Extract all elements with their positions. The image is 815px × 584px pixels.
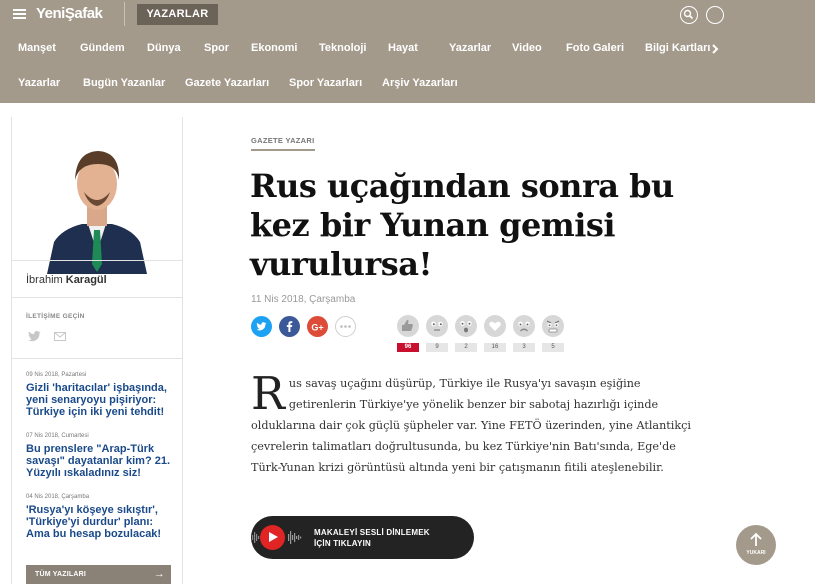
author-photo[interactable] — [42, 134, 152, 274]
article-date: 07 Nis 2018, Cumartesi — [26, 433, 89, 439]
all-articles-button[interactable]: TÜM YAZILARI → — [26, 565, 171, 584]
author-name[interactable]: İbrahim Karagül — [12, 260, 183, 298]
article-headline: Rus uçağından sonra bu kez bir Yunan gem… — [250, 167, 674, 283]
sub-nav: Yazarlar Bugün Yazanlar Gazete Yazarları… — [0, 77, 815, 97]
reaction-count: 96 — [397, 343, 419, 352]
nav-item-manset[interactable]: Manşet — [18, 42, 56, 54]
reaction-neutral[interactable]: 9 — [426, 315, 450, 352]
twitter-icon[interactable] — [28, 331, 41, 342]
subnav-item-yazarlar[interactable]: Yazarlar — [18, 77, 60, 89]
article-body: Rus savaş uçağını düşürüp, Türkiye ile R… — [251, 367, 691, 478]
menu-icon[interactable] — [13, 9, 26, 19]
surprised-face-icon — [455, 315, 477, 337]
scroll-to-top-label: YUKARI — [746, 550, 766, 556]
google-plus-share-icon[interactable]: G+ — [307, 316, 328, 337]
play-icon — [260, 525, 285, 550]
category-label[interactable]: GAZETE YAZARI — [251, 136, 315, 151]
reaction-like[interactable]: 96 — [397, 315, 421, 352]
article-date: 04 Nis 2018, Çarşamba — [26, 494, 90, 500]
author-article-list: 09 Nis 2018, Pazartesi Gizli 'haritacıla… — [26, 372, 176, 555]
section-badge[interactable]: YAZARLAR — [137, 4, 218, 25]
nav-item-video[interactable]: Video — [512, 42, 542, 54]
arrow-up-icon — [750, 533, 762, 546]
site-logo[interactable]: YeniŞafak — [36, 5, 103, 22]
top-row: YeniŞafak YAZARLAR — [0, 0, 815, 30]
subnav-item-gazete-yazarlari[interactable]: Gazete Yazarları — [185, 77, 269, 89]
heart-icon — [484, 315, 506, 337]
waveform-icon — [288, 531, 302, 544]
user-icon[interactable] — [706, 6, 724, 24]
nav-item-foto-galeri[interactable]: Foto Galeri — [566, 42, 624, 54]
more-share-icon[interactable] — [335, 316, 356, 337]
svg-text:G+: G+ — [311, 323, 323, 333]
nav-item-hayat[interactable]: Hayat — [388, 42, 418, 54]
list-item[interactable]: 07 Nis 2018, Cumartesi Bu prenslere "Ara… — [26, 433, 176, 479]
site-header: YeniŞafak YAZARLAR Manşet Gündem Dünya S… — [0, 0, 815, 103]
reaction-angry[interactable]: 5 — [542, 315, 566, 352]
article-date: 09 Nis 2018, Pazartesi — [26, 372, 87, 378]
chevron-right-icon[interactable] — [711, 44, 719, 54]
subnav-item-spor-yazarlari[interactable]: Spor Yazarları — [289, 77, 362, 89]
contact-label: İLETİŞİME GEÇİN — [26, 313, 85, 320]
subnav-item-arsiv-yazarlari[interactable]: Arşiv Yazarları — [382, 77, 458, 89]
article-title-link[interactable]: 'Rusya'yı köşeye sıkıştır', 'Türkiye'yi … — [26, 504, 176, 540]
contact-box: İLETİŞİME GEÇİN — [12, 298, 183, 359]
article-title-link[interactable]: Gizli 'haritacılar' işbaşında, yeni sena… — [26, 382, 176, 418]
subnav-item-bugun-yazanlar[interactable]: Bugün Yazanlar — [83, 77, 165, 89]
nav-item-yazarlar[interactable]: Yazarlar — [449, 42, 491, 54]
twitter-share-icon[interactable] — [251, 316, 272, 337]
nav-item-teknoloji[interactable]: Teknoloji — [319, 42, 366, 54]
list-item[interactable]: 09 Nis 2018, Pazartesi Gizli 'haritacıla… — [26, 372, 176, 418]
listen-audio-line2: İÇİN TIKLAYIN — [314, 539, 371, 548]
main-nav: Manşet Gündem Dünya Spor Ekonomi Teknolo… — [0, 42, 815, 62]
sad-face-icon — [513, 315, 535, 337]
article-body-text: us savaş uçağını düşürüp, Türkiye ile Ru… — [251, 377, 691, 474]
nav-item-gundem[interactable]: Gündem — [80, 42, 125, 54]
reaction-surprised[interactable]: 2 — [455, 315, 479, 352]
reaction-count: 9 — [426, 343, 448, 352]
neutral-face-icon — [426, 315, 448, 337]
author-sidebar: İbrahim Karagül İLETİŞİME GEÇİN 09 Nis 2… — [11, 117, 183, 584]
drop-cap: R — [251, 367, 285, 420]
listen-audio-label: MAKALEYİ SESLİ DİNLEMEK İÇİN TIKLAYIN — [314, 527, 430, 549]
reaction-count: 5 — [542, 343, 564, 352]
angry-face-icon — [542, 315, 564, 337]
publish-date: 11 Nis 2018, Çarşamba — [251, 294, 356, 305]
reaction-love[interactable]: 16 — [484, 315, 508, 352]
nav-item-spor[interactable]: Spor — [204, 42, 229, 54]
listen-audio-line1: MAKALEYİ SESLİ DİNLEMEK — [314, 528, 430, 537]
search-icon[interactable] — [680, 6, 698, 24]
thumbs-up-icon — [397, 315, 419, 337]
nav-item-ekonomi[interactable]: Ekonomi — [251, 42, 297, 54]
nav-item-dunya[interactable]: Dünya — [147, 42, 181, 54]
nav-item-bilgi-kartlari[interactable]: Bilgi Kartları — [645, 42, 710, 54]
author-first-name: İbrahim — [26, 274, 63, 286]
divider — [124, 2, 125, 26]
arrow-right-icon: → — [153, 568, 165, 580]
scroll-to-top-button[interactable]: YUKARI — [736, 525, 776, 565]
listen-audio-button[interactable]: MAKALEYİ SESLİ DİNLEMEK İÇİN TIKLAYIN — [251, 516, 474, 559]
author-last-name: Karagül — [65, 274, 107, 286]
reaction-count: 2 — [455, 343, 477, 352]
reaction-count: 16 — [484, 343, 506, 352]
reaction-count: 3 — [513, 343, 535, 352]
all-articles-label: TÜM YAZILARI — [35, 571, 87, 578]
mail-icon[interactable] — [54, 332, 66, 341]
facebook-share-icon[interactable] — [279, 316, 300, 337]
reaction-sad[interactable]: 3 — [513, 315, 537, 352]
article-title-link[interactable]: Bu prenslere "Arap-Türk savaşı" dayatanl… — [26, 443, 176, 479]
list-item[interactable]: 04 Nis 2018, Çarşamba 'Rusya'yı köşeye s… — [26, 494, 176, 540]
